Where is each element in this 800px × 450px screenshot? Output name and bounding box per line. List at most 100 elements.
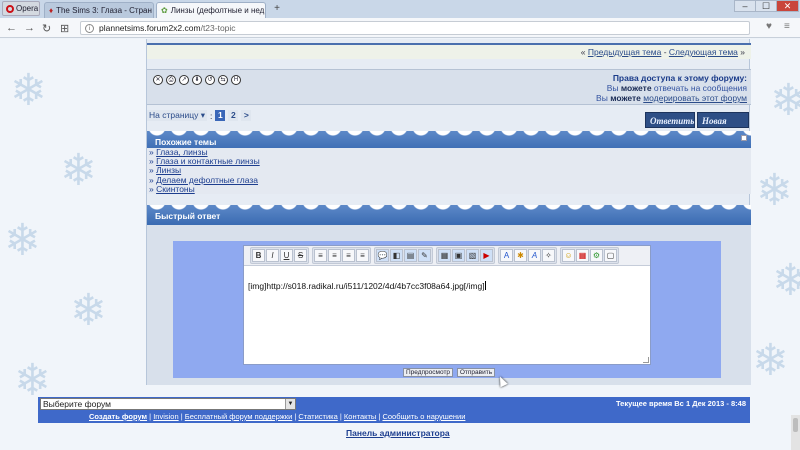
image-icon[interactable]: ▦ xyxy=(438,249,451,262)
move-icon[interactable]: ⇆ xyxy=(218,75,228,85)
next-topic-link[interactable]: Следующая тема xyxy=(669,47,738,57)
admin-panel-link[interactable]: Панель администратора xyxy=(346,428,450,438)
align-left-icon[interactable]: ≡ xyxy=(314,249,327,262)
download-icon[interactable]: ⬇ xyxy=(192,75,202,85)
media-group: ▦ ▣ ▧ ▶ xyxy=(436,247,495,264)
bold-icon[interactable]: B xyxy=(252,249,265,262)
settings-icon[interactable]: ⚙ xyxy=(590,249,603,262)
opera-logo-icon xyxy=(6,4,14,13)
contacts-link[interactable]: Контакты xyxy=(344,412,376,421)
invision-link[interactable]: Invision xyxy=(153,412,178,421)
pagination-dropdown[interactable]: На страницу ▾ xyxy=(147,110,208,121)
nav-open: « xyxy=(580,47,588,57)
tab-favicon-icon: ♦ xyxy=(49,6,54,15)
scrollbar-thumb[interactable] xyxy=(793,418,798,432)
chevron-down-icon[interactable]: ▼ xyxy=(285,399,295,409)
forward-button[interactable]: → xyxy=(24,22,35,34)
reload-button[interactable]: ↻ xyxy=(42,22,51,35)
perm-bold: можете xyxy=(620,83,652,93)
new-tab-button[interactable]: + xyxy=(270,3,284,16)
forum-container: « Предыдущая тема - Следующая тема » ✕ ⎙… xyxy=(146,39,751,385)
statistics-link[interactable]: Статистика xyxy=(298,412,337,421)
report-abuse-link[interactable]: Сообщить о нарушении xyxy=(382,412,465,421)
page-1-link[interactable]: 1 xyxy=(215,110,226,121)
new-topic-button[interactable]: Новая тема xyxy=(697,112,749,142)
link-icon[interactable]: ▧ xyxy=(466,249,479,262)
close-window-button[interactable]: ✕ xyxy=(776,0,799,12)
moderate-forum-link[interactable]: модерировать этот форум xyxy=(643,93,747,103)
speed-dial-icon[interactable]: ⊞ xyxy=(60,22,69,35)
pagination-colon: : xyxy=(210,110,213,121)
next-page-link[interactable]: > xyxy=(241,110,252,121)
url-path: /t23-topic xyxy=(200,23,236,33)
page-viewport: ❄ ❄ ❄ ❄ ❄ ❄ ❄ ❄ ❄ « Предыдущая тема - Сл… xyxy=(0,39,800,450)
minimize-button[interactable]: ‒ xyxy=(734,0,756,12)
editor-toolbar: B I U S ≡ ≡ ≡ ≡ 💬 ◧ ▤ ✎ ▦ ▣ ▧ ▶ A ✱ A ✧ … xyxy=(244,246,650,266)
send-button[interactable]: Отправить xyxy=(457,368,495,377)
hide-icon[interactable]: ✎ xyxy=(418,249,431,262)
table-icon[interactable]: ▣ xyxy=(452,249,465,262)
strikethrough-icon[interactable]: S xyxy=(294,249,307,262)
tab-lenses[interactable]: ✿ Линзы (дефолтные и нед × xyxy=(156,2,266,18)
text-caret xyxy=(484,281,486,290)
url-domain: plannetsims.forum2x2.com xyxy=(99,23,201,33)
source-mode-icon[interactable]: ▢ xyxy=(604,249,617,262)
opera-menu-button[interactable]: Opera xyxy=(2,1,40,16)
help-icon[interactable]: H xyxy=(231,75,241,85)
align-center-icon[interactable]: ≡ xyxy=(328,249,341,262)
page-scrollbar[interactable] xyxy=(791,415,800,450)
nav-close: » xyxy=(737,47,745,57)
heart-icon[interactable]: ♥ xyxy=(766,21,772,32)
tab-title: Линзы (дефолтные и нед xyxy=(170,6,265,15)
tab-sims3-eyes[interactable]: ♦ The Sims 3: Глаза - Стран × xyxy=(44,2,154,18)
align-justify-icon[interactable]: ≡ xyxy=(356,249,369,262)
align-right-icon[interactable]: ≡ xyxy=(342,249,355,262)
message-editor[interactable]: B I U S ≡ ≡ ≡ ≡ 💬 ◧ ▤ ✎ ▦ ▣ ▧ ▶ A ✱ A ✧ … xyxy=(243,245,651,365)
maximize-button[interactable]: ☐ xyxy=(755,0,777,12)
underline-icon[interactable]: U xyxy=(280,249,293,262)
similar-topic-link[interactable]: Скинтоны xyxy=(156,184,195,194)
quick-reply-header: Быстрый ответ xyxy=(147,205,751,225)
info-icon[interactable]: i xyxy=(85,24,94,33)
reply-button[interactable]: Ответить xyxy=(645,112,695,128)
perm-text: Вы xyxy=(606,83,621,93)
font-color-icon[interactable]: A xyxy=(500,249,513,262)
tab-title: The Sims 3: Глаза - Стран xyxy=(56,6,152,15)
delete-icon[interactable]: ✕ xyxy=(153,75,163,85)
list-item: » Скинтоны xyxy=(149,184,751,194)
url-input[interactable]: i plannetsims.forum2x2.com/t23-topic xyxy=(80,21,750,35)
youtube-icon[interactable]: ▶ xyxy=(480,249,493,262)
print-icon[interactable]: ⎙ xyxy=(166,75,176,85)
permissions-title: Права доступа к этому форуму: xyxy=(612,73,747,83)
quote-icon[interactable]: 💬 xyxy=(376,249,389,262)
prev-topic-link[interactable]: Предыдущая тема xyxy=(588,47,661,57)
similar-topics-title: Похожие темы xyxy=(155,137,217,147)
snowflake-icon: ❄ xyxy=(4,216,41,265)
tab-bar: Opera ♦ The Sims 3: Глаза - Стран × ✿ Ли… xyxy=(0,0,800,18)
special-chars-icon[interactable]: ✱ xyxy=(514,249,527,262)
share-icon[interactable]: ↗ xyxy=(179,75,189,85)
spoiler-icon[interactable]: ▤ xyxy=(404,249,417,262)
italic-icon[interactable]: I xyxy=(266,249,279,262)
pagination: На страницу ▾ : 1 2 > xyxy=(147,110,252,121)
downloads-icon[interactable]: ≡ xyxy=(784,21,790,32)
font-size-icon[interactable]: A xyxy=(528,249,541,262)
smiley-icon[interactable]: ☺ xyxy=(562,249,575,262)
nav-sep: - xyxy=(661,47,669,57)
resize-handle[interactable] xyxy=(643,357,649,363)
page-2-link[interactable]: 2 xyxy=(228,110,239,121)
clear-format-icon[interactable]: ✧ xyxy=(542,249,555,262)
perm-text: Вы xyxy=(596,93,611,103)
collapse-icon[interactable] xyxy=(741,135,747,141)
format-group: B I U S xyxy=(250,247,309,264)
create-forum-link[interactable]: Создать форум xyxy=(89,412,147,421)
date-icon[interactable]: ▦ xyxy=(576,249,589,262)
back-button[interactable]: ← xyxy=(6,22,17,34)
code-icon[interactable]: ◧ xyxy=(390,249,403,262)
preview-button[interactable]: Предпросмотр xyxy=(403,368,453,377)
refresh-icon[interactable]: ↺ xyxy=(205,75,215,85)
message-text[interactable]: [img]http://s018.radikal.ru/i511/1202/4d… xyxy=(248,281,486,291)
support-forum-link[interactable]: Бесплатный форум поддержки xyxy=(185,412,293,421)
forum-jump-select[interactable]: Выберите форум ▼ xyxy=(40,398,296,410)
snowflake-icon: ❄ xyxy=(772,256,800,305)
